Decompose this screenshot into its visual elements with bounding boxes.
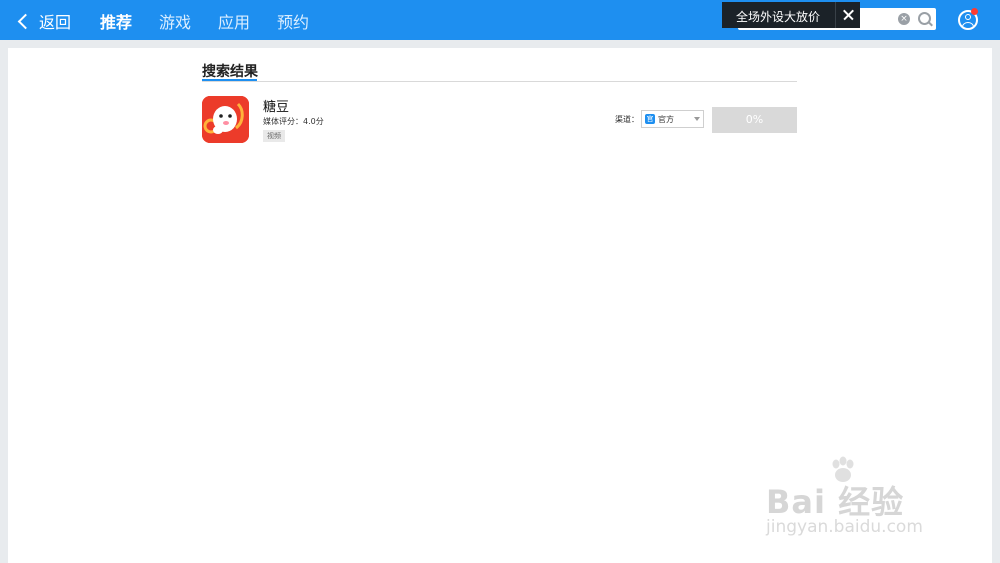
tab-reservations[interactable]: 预约 [277,9,309,33]
channel-select[interactable]: 官 官方 [641,110,704,128]
baidu-watermark: Bai 经验 jingyan.baidu.com [760,455,960,545]
tab-recommend[interactable]: 推荐 [100,9,132,33]
nav-tabs: 推荐 游戏 应用 预约 [100,9,309,33]
channel-label: 渠道： [615,115,639,124]
channel-value: 官方 [658,115,674,124]
tab-apps[interactable]: 应用 [218,9,250,33]
official-badge-icon: 官 [645,114,655,124]
section-title: 搜索结果 [202,64,258,80]
close-icon[interactable] [835,2,861,28]
tab-games[interactable]: 游戏 [159,9,191,33]
promo-text: 全场外设大放价 [736,10,821,24]
notification-dot [971,8,978,15]
download-progress-button[interactable]: 0% [712,107,797,133]
search-icon[interactable] [918,12,931,25]
chevron-left-icon [17,13,34,29]
app-icon-tangdou[interactable] [202,96,249,143]
app-rating: 媒体评分：4.0分 [263,117,324,126]
app-category-tag: 视频 [263,130,285,142]
clear-search-icon[interactable]: × [898,13,910,25]
promo-banner[interactable]: 全场外设大放价 [722,2,860,28]
back-label: 返回 [39,13,72,32]
user-body-shape [962,22,974,28]
app-name[interactable]: 糖豆 [263,96,289,115]
top-bar: 返回 推荐 游戏 应用 预约 × 全场外设大放价 [0,0,1000,40]
tangdou-logo-icon [202,96,249,143]
back-button[interactable]: 返回 [17,9,72,33]
user-head-shape [965,14,971,20]
watermark-url: jingyan.baidu.com [766,517,923,537]
section-divider [202,81,797,82]
chevron-down-icon [694,117,700,121]
